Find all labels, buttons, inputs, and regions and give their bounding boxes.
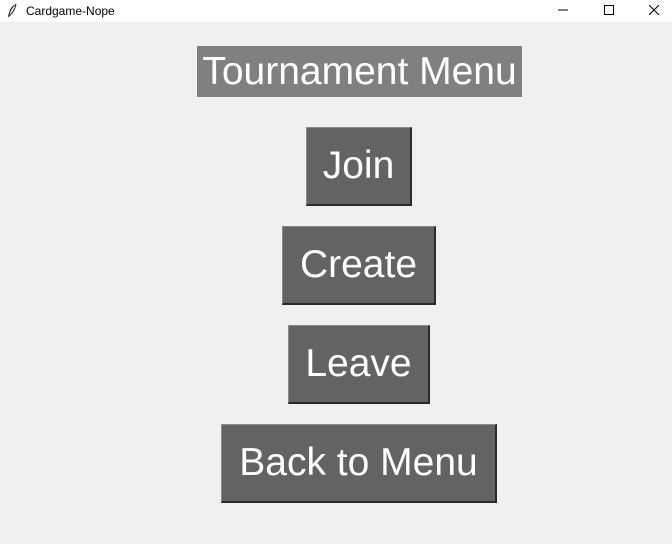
app-window: Cardgame-Nope Tournament Menu Join Creat… <box>0 0 672 544</box>
maximize-button[interactable] <box>586 0 632 22</box>
menu-panel: Tournament Menu Join Create Leave Back t… <box>0 22 672 544</box>
title-bar[interactable]: Cardgame-Nope <box>0 0 672 22</box>
feather-icon <box>6 3 18 19</box>
window-title: Cardgame-Nope <box>26 4 115 18</box>
minimize-icon <box>558 2 568 20</box>
maximize-icon <box>604 2 614 20</box>
join-button[interactable]: Join <box>306 127 412 206</box>
close-icon <box>648 2 660 20</box>
page-title: Tournament Menu <box>197 46 522 97</box>
leave-button[interactable]: Leave <box>288 325 430 404</box>
back-to-menu-button[interactable]: Back to Menu <box>221 424 497 503</box>
close-button[interactable] <box>631 0 672 22</box>
minimize-button[interactable] <box>540 0 586 22</box>
create-button[interactable]: Create <box>282 226 436 305</box>
